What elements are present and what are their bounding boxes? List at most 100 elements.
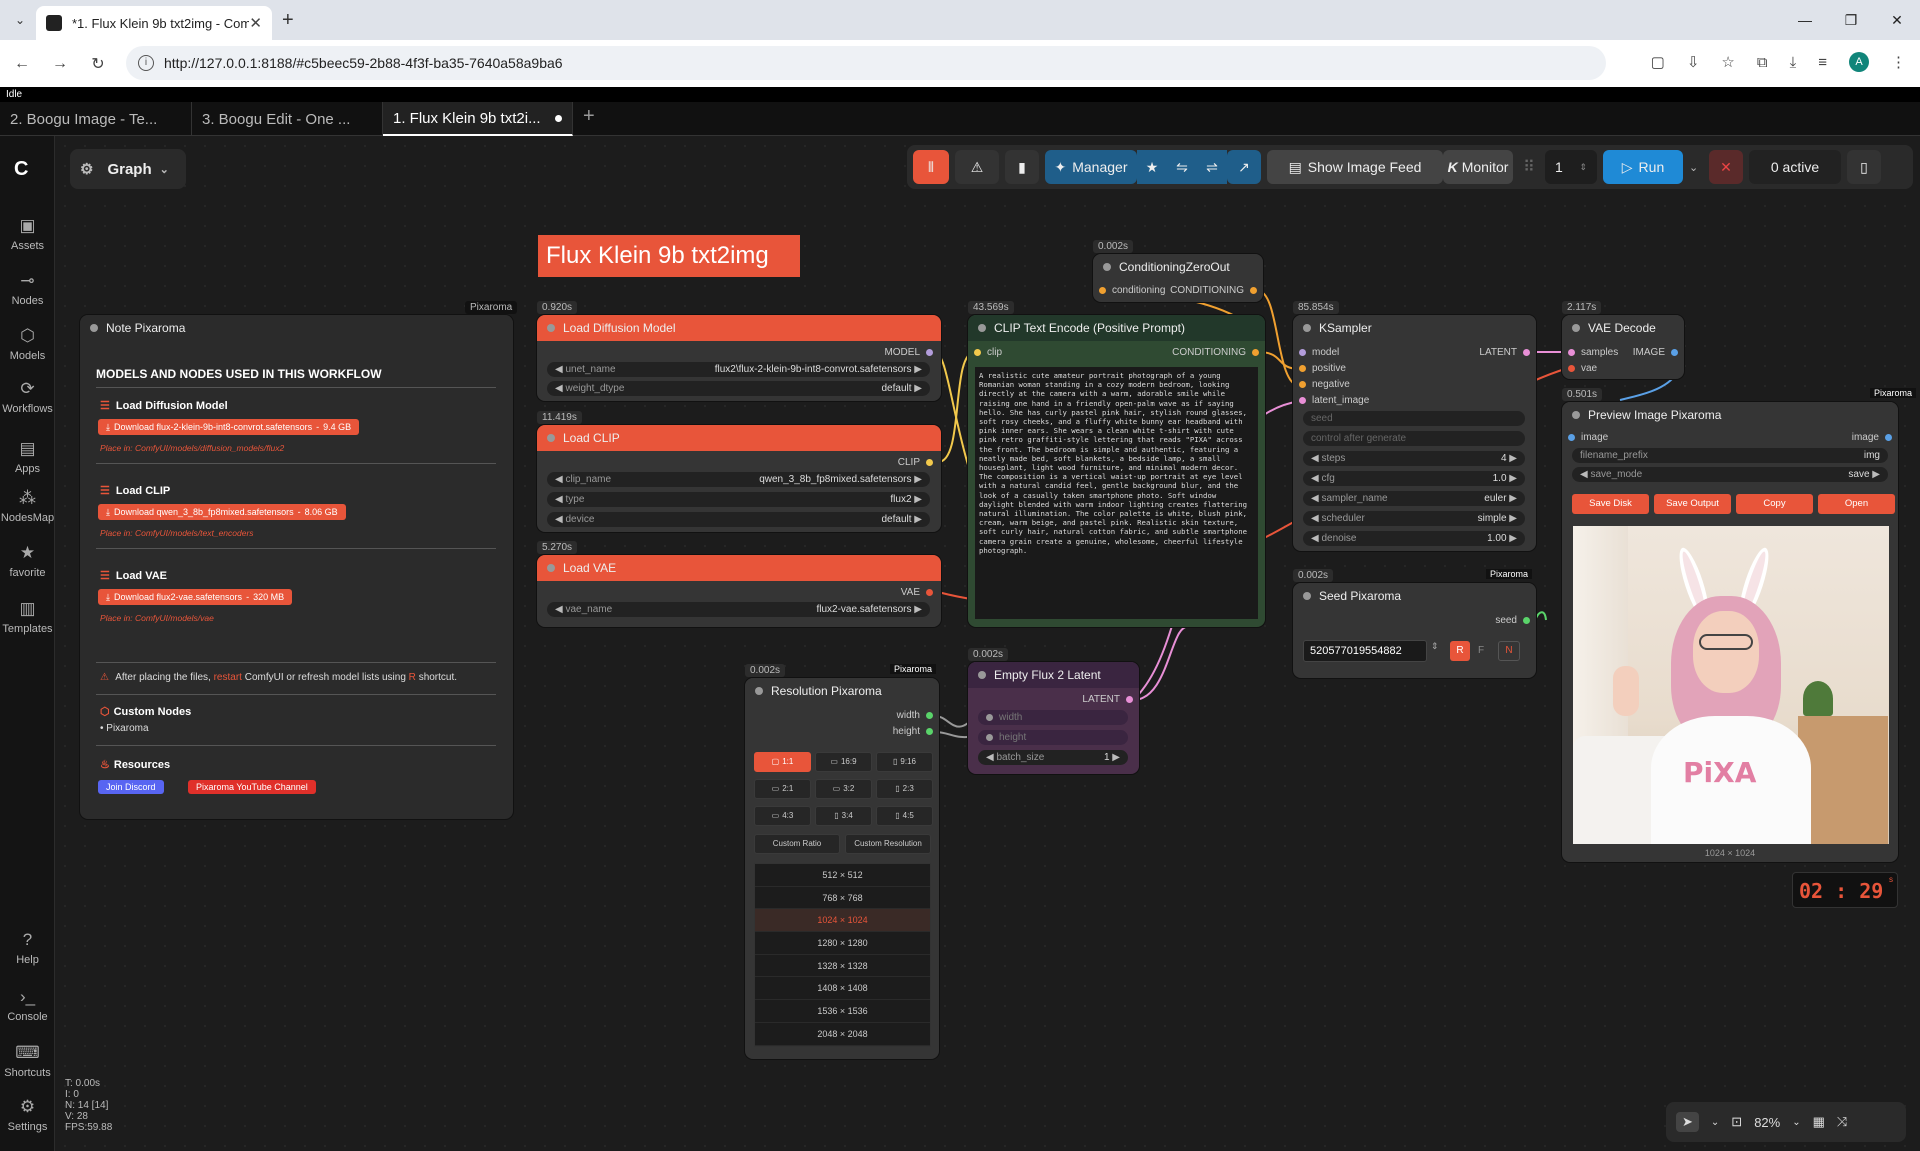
youtube-button[interactable]: Pixaroma YouTube Channel (188, 780, 316, 794)
ratio-2x1-button[interactable]: ▭ 2:1 (754, 779, 811, 799)
vae-input[interactable]: vae (1568, 363, 1597, 374)
seed-widget[interactable]: seed (1303, 411, 1525, 426)
resolution-option[interactable]: 1024 × 1024 (755, 909, 930, 933)
arrow-right-icon[interactable]: ▶ (1507, 513, 1517, 524)
join-discord-button[interactable]: Join Discord (98, 780, 164, 794)
width-input[interactable]: width (978, 710, 1128, 725)
cfg-widget[interactable]: ◀ cfg 1.0 ▶ (1303, 471, 1525, 486)
arrow-right-icon[interactable]: ▶ (1872, 469, 1880, 480)
seed-value-input[interactable]: 520577019554882 (1303, 640, 1427, 662)
fixed-button[interactable]: F (1471, 641, 1491, 661)
arrow-left-icon[interactable]: ◀ (555, 364, 563, 375)
arrow-right-icon[interactable]: ▶ (914, 514, 922, 525)
steps-widget[interactable]: ◀ steps 4 ▶ (1303, 451, 1525, 466)
weight-dtype-widget[interactable]: ◀ weight_dtype default ▶ (547, 381, 930, 396)
ratio-16x9-button[interactable]: ▭ 16:9 (815, 752, 872, 772)
ratio-9x16-button[interactable]: ▯ 9:16 (876, 752, 933, 772)
image-input[interactable]: image (1568, 432, 1608, 443)
collapse-dot-icon[interactable] (978, 324, 986, 332)
conditioning-input[interactable]: conditioning (1099, 285, 1165, 296)
minimap-icon[interactable]: ▦ (1813, 1114, 1825, 1130)
output-dot-icon[interactable] (1523, 617, 1530, 624)
note-pixaroma-node[interactable]: Note Pixaroma MODELS AND NODES USED IN T… (80, 315, 513, 819)
arrow-right-icon[interactable]: ▶ (1112, 752, 1120, 763)
ratio-1x1-button[interactable]: ▢ 1:1 (754, 752, 811, 772)
arrow-left-icon[interactable]: ◀ (555, 474, 563, 485)
image-output[interactable]: image (1852, 432, 1892, 443)
copy-button[interactable]: Copy (1736, 494, 1813, 514)
input-dot-icon[interactable] (1299, 349, 1306, 356)
hide-links-icon[interactable]: ⤨ (1837, 1114, 1847, 1130)
height-input[interactable]: height (978, 730, 1128, 745)
negative-input[interactable]: negative (1299, 379, 1350, 390)
resolution-option[interactable]: 512 × 512 (755, 864, 930, 887)
output-dot-icon[interactable] (926, 728, 933, 735)
save-disk-button[interactable]: Save Disk (1572, 494, 1649, 514)
resolution-option[interactable]: 1408 × 1408 (755, 977, 930, 1001)
input-dot-icon[interactable] (1568, 349, 1575, 356)
custom-resolution-button[interactable]: Custom Resolution (845, 834, 931, 854)
ksampler-node[interactable]: KSampler model positive negative latent_ima… (1293, 315, 1536, 551)
conditioning-zero-out-node[interactable]: ConditioningZeroOut conditioning CONDITI… (1093, 254, 1263, 302)
randomize-button[interactable]: R (1450, 641, 1470, 661)
latent-output[interactable]: LATENT (1479, 347, 1530, 358)
arrow-left-icon[interactable]: ◀ (555, 604, 563, 615)
collapse-dot-icon[interactable] (547, 564, 555, 572)
arrow-right-icon[interactable]: ▶ (914, 474, 922, 485)
input-dot-icon[interactable] (1099, 287, 1106, 294)
collapse-dot-icon[interactable] (1303, 592, 1311, 600)
vae-decode-node[interactable]: VAE Decode samples vae IMAGE (1562, 315, 1684, 379)
vae-name-widget[interactable]: ◀ vae_name flux2-vae.safetensors ▶ (547, 602, 930, 617)
batch-size-widget[interactable]: ◀ batch_size 1 ▶ (978, 750, 1128, 765)
conditioning-output[interactable]: CONDITIONING (1170, 285, 1257, 296)
clip-output[interactable]: CLIP (898, 457, 933, 468)
zoom-level[interactable]: 82% (1754, 1115, 1780, 1130)
output-dot-icon[interactable] (1252, 349, 1259, 356)
resolution-option[interactable]: 2048 × 2048 (755, 1023, 930, 1046)
fit-view-icon[interactable]: ⊡ (1731, 1114, 1742, 1130)
collapse-dot-icon[interactable] (978, 671, 986, 679)
arrow-left-icon[interactable]: ◀ (1580, 469, 1588, 480)
seed-pixaroma-node[interactable]: Seed Pixaroma seed 520577019554882 ⇕ R F… (1293, 583, 1536, 678)
output-dot-icon[interactable] (926, 459, 933, 466)
resolution-option[interactable]: 1536 × 1536 (755, 1000, 930, 1023)
control-after-generate-widget[interactable]: control after generate (1303, 431, 1525, 446)
arrow-left-icon[interactable]: ◀ (555, 514, 563, 525)
collapse-dot-icon[interactable] (1103, 263, 1111, 271)
download-button[interactable]: ⤓ Download flux-2-klein-9b-int8-convrot.s… (98, 419, 360, 435)
arrow-left-icon[interactable]: ◀ (986, 752, 994, 763)
output-dot-icon[interactable] (1671, 349, 1678, 356)
input-dot-icon[interactable] (1568, 365, 1575, 372)
model-input[interactable]: model (1299, 347, 1339, 358)
input-dot-icon[interactable] (1299, 397, 1306, 404)
vae-output[interactable]: VAE (901, 587, 933, 598)
resolution-option[interactable]: 1280 × 1280 (755, 932, 930, 955)
input-dot-icon[interactable] (1299, 381, 1306, 388)
scheduler-widget[interactable]: ◀ scheduler simple ▶ (1303, 511, 1525, 526)
ratio-4x5-button[interactable]: ▯ 4:5 (876, 806, 933, 826)
arrow-right-icon[interactable]: ▶ (1507, 533, 1517, 544)
latent-output[interactable]: LATENT (1082, 694, 1133, 705)
input-dot-icon[interactable] (1299, 365, 1306, 372)
download-button[interactable]: ⤓ Download qwen_3_8b_fp8mixed.safetensors… (98, 504, 346, 520)
arrow-left-icon[interactable]: ◀ (1311, 473, 1321, 484)
collapse-dot-icon[interactable] (547, 324, 555, 332)
collapse-dot-icon[interactable] (90, 324, 98, 332)
arrow-left-icon[interactable]: ◀ (555, 383, 563, 394)
resolution-pixaroma-node[interactable]: Resolution Pixaroma width height ▢ 1:1 ▭ 16… (745, 678, 939, 1059)
collapse-dot-icon[interactable] (755, 687, 763, 695)
output-dot-icon[interactable] (926, 349, 933, 356)
tool-dropdown-icon[interactable]: ⌄ (1711, 1117, 1719, 1128)
input-dot-icon[interactable] (986, 734, 993, 741)
samples-input[interactable]: samples (1568, 347, 1618, 358)
ratio-3x2-button[interactable]: ▭ 3:2 (815, 779, 872, 799)
input-dot-icon[interactable] (986, 714, 993, 721)
arrow-right-icon[interactable]: ▶ (914, 604, 922, 615)
input-dot-icon[interactable] (1568, 434, 1575, 441)
load-vae-node[interactable]: Load VAE VAE ◀ vae_name flux2-vae.safeten… (537, 555, 941, 627)
ratio-4x3-button[interactable]: ▭ 4:3 (754, 806, 811, 826)
custom-ratio-button[interactable]: Custom Ratio (754, 834, 840, 854)
preview-image[interactable]: PiXA (1573, 526, 1889, 844)
arrow-right-icon[interactable]: ▶ (1507, 453, 1517, 464)
height-output[interactable]: height (893, 726, 933, 737)
